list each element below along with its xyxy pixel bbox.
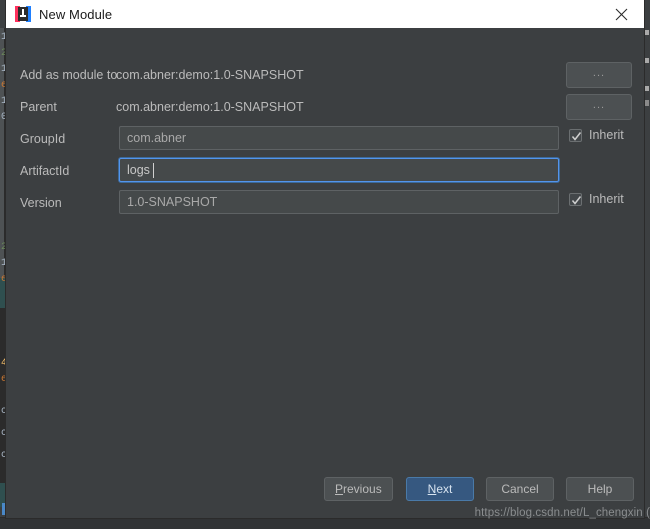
version-inherit-checkbox[interactable]: Inherit — [569, 192, 624, 206]
version-inherit-label: Inherit — [589, 192, 624, 206]
version-label: Version — [20, 196, 62, 210]
intellij-idea-icon — [15, 6, 31, 22]
group-id-input[interactable] — [119, 126, 559, 150]
cancel-button[interactable]: Cancel — [486, 477, 554, 501]
artifact-id-label: ArtifactId — [20, 164, 70, 178]
group-id-inherit-checkbox[interactable]: Inherit — [569, 128, 624, 142]
dialog-title: New Module — [39, 6, 113, 22]
dialog-body: Add as module to com.abner:demo:1.0-SNAPS… — [6, 28, 644, 518]
form-row-artifact-id: ArtifactId — [6, 158, 644, 184]
add-as-module-to-label: Add as module to — [20, 68, 118, 82]
form-row-group-id: GroupId Inherit — [6, 126, 644, 152]
checkbox-icon — [569, 128, 582, 142]
next-button[interactable]: Next — [406, 477, 474, 501]
help-button[interactable]: Help — [566, 477, 634, 501]
group-id-inherit-label: Inherit — [589, 128, 624, 142]
version-input[interactable] — [119, 190, 559, 214]
form-row-add-as-module-to: Add as module to com.abner:demo:1.0-SNAPS… — [6, 62, 644, 88]
close-icon[interactable] — [598, 0, 644, 28]
parent-browse-button[interactable]: ... — [566, 94, 632, 120]
previous-button-label: revious — [343, 482, 382, 496]
form-row-parent: Parent com.abner:demo:1.0-SNAPSHOT... — [6, 94, 644, 120]
checkbox-icon — [569, 192, 582, 206]
parent-value: com.abner:demo:1.0-SNAPSHOT — [116, 100, 304, 114]
group-id-label: GroupId — [20, 132, 66, 146]
artifact-id-input[interactable] — [119, 158, 559, 182]
dialog-title-bar: New Module — [6, 0, 644, 29]
dialog-button-bar: Previous Next Cancel Help — [6, 477, 644, 507]
new-module-dialog: New Module Add as module to com.abner:dem… — [6, 0, 644, 518]
next-button-label: ext — [436, 482, 453, 496]
form-row-version: Version Inherit — [6, 190, 644, 216]
previous-button-mnemonic: P — [335, 482, 344, 496]
watermark-text: https://blog.csdn.net/L_chengxin ( — [474, 507, 650, 519]
text-caret — [153, 163, 155, 178]
add-as-module-to-value: com.abner:demo:1.0-SNAPSHOT — [116, 68, 304, 82]
add-as-module-to-browse-button[interactable]: ... — [566, 62, 632, 88]
cancel-button-label: Cancel — [501, 482, 539, 496]
parent-label: Parent — [20, 100, 57, 114]
previous-button[interactable]: Previous — [324, 477, 393, 501]
help-button-label: Help — [587, 482, 613, 496]
